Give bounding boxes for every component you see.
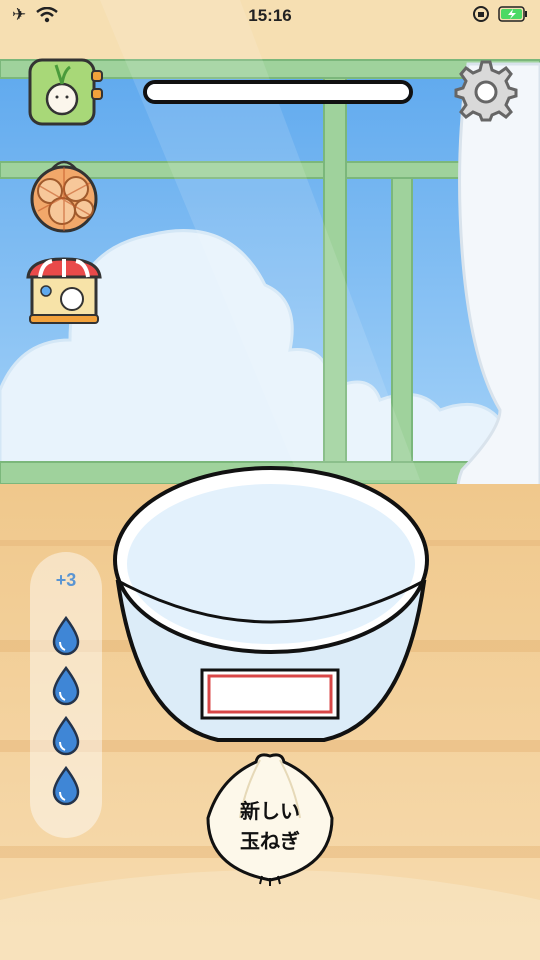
progress-fill — [147, 84, 409, 100]
water-panel: +3 — [30, 552, 102, 838]
new-onion-label-line1: 新しい — [240, 799, 300, 823]
onion-bag-button[interactable] — [24, 155, 104, 233]
water-drop-icon[interactable] — [50, 666, 82, 706]
new-onion-label-line2: 玉ねぎ — [240, 829, 300, 853]
water-drop-icon[interactable] — [50, 616, 82, 656]
onion-collection-button[interactable] — [28, 57, 104, 129]
water-count: +3 — [55, 570, 77, 590]
growth-progress-bar — [143, 80, 413, 104]
shop-icon — [26, 257, 102, 324]
water-drop-icon[interactable] — [50, 766, 82, 806]
gear-icon[interactable] — [454, 58, 518, 122]
shop-button[interactable] — [26, 255, 102, 325]
onion-card-icon — [28, 58, 103, 126]
onion-net-bag-icon — [30, 160, 98, 233]
rotation-lock-icon — [473, 6, 489, 22]
water-bowl[interactable] — [108, 462, 434, 752]
water-bowl-icon — [113, 466, 429, 742]
status-bar: ✈ 15:16 — [0, 0, 540, 32]
water-drop-icon[interactable] — [50, 716, 82, 756]
new-onion-button[interactable]: 新しい 玉ねぎ — [200, 748, 340, 888]
battery-charging-icon — [498, 6, 527, 22]
status-time: 15:16 — [248, 6, 292, 25]
